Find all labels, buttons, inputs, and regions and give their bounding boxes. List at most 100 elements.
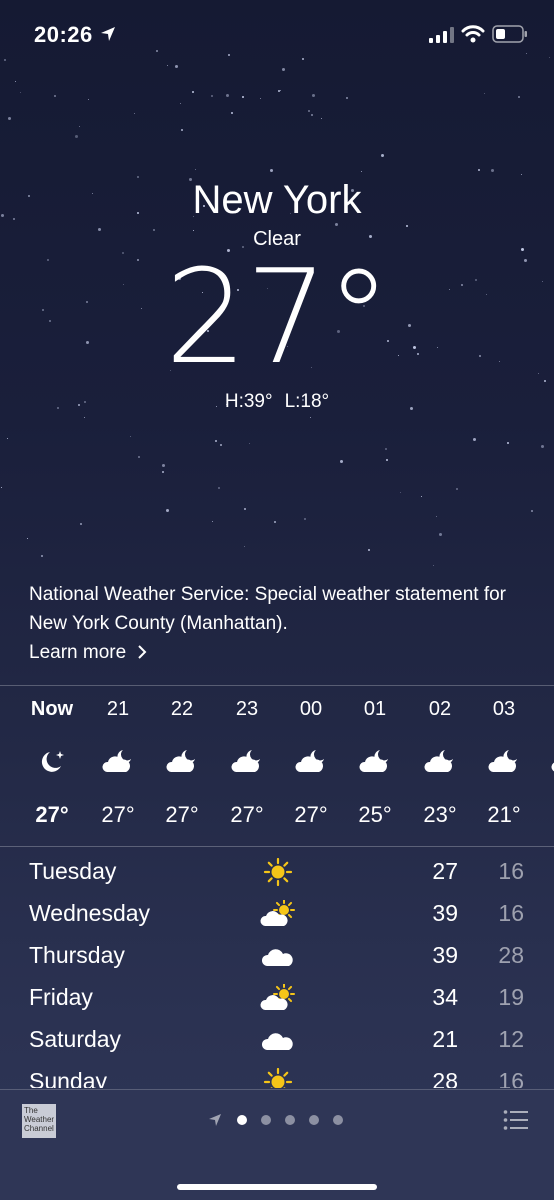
star (1, 487, 2, 488)
partly-cloudy-night-icon (294, 746, 328, 776)
daily-row: Thursday 39 28 (0, 936, 554, 978)
battery-icon (492, 25, 527, 43)
weather-alert[interactable]: National Weather Service: Special weathe… (29, 580, 529, 667)
star (385, 448, 387, 450)
day-high: 39 (432, 900, 458, 926)
city-name: New York (192, 178, 362, 222)
star (478, 169, 480, 171)
star (304, 518, 306, 520)
hour-temperature: 25° (358, 802, 392, 827)
bottom-toolbar: The Weather Channel (0, 1089, 554, 1200)
star (346, 97, 348, 99)
daily-row: Wednesday 39 16 (0, 894, 554, 936)
hour-temperature: 23° (423, 802, 457, 827)
star (278, 90, 280, 92)
divider (0, 846, 554, 847)
hourly-forecast[interactable]: Now 27° 21 27° 22 27° 23 27° 00 27° 01 25° 02 23° 03 21… (0, 686, 554, 846)
star (436, 516, 437, 517)
star (484, 93, 485, 94)
page-indicator[interactable] (206, 1113, 356, 1129)
star (166, 509, 169, 512)
star (311, 114, 313, 116)
hour-label: 03 (492, 698, 516, 720)
star (27, 538, 28, 539)
star (335, 223, 338, 226)
day-name: Tuesday (29, 858, 117, 884)
weather-channel-logo-text: The Weather Channel (24, 1106, 55, 1133)
day-high: 39 (432, 942, 458, 968)
high-temp: H:39° (224, 391, 273, 412)
star (80, 523, 82, 525)
day-low: 12 (498, 1026, 524, 1052)
star (310, 417, 311, 418)
star (134, 113, 135, 114)
partly-cloudy-night-icon (487, 746, 521, 776)
wifi-icon (461, 25, 485, 43)
hour-temperature: 21° (487, 802, 521, 827)
cloud-icon (260, 1026, 296, 1054)
daily-row: Friday 34 19 (0, 978, 554, 1020)
current-temperature: 27° (0, 252, 554, 382)
hour-label: 02 (428, 698, 452, 720)
star (400, 492, 401, 493)
page-dot[interactable] (309, 1115, 319, 1125)
star (212, 521, 213, 522)
alert-text: National Weather Service: Special weathe… (29, 584, 506, 634)
star (41, 555, 43, 557)
day-name: Wednesday (29, 900, 151, 926)
daily-forecast[interactable]: Tuesday 27 16 Wednesday 39 16 Thursday 39 28 Frid… (0, 852, 554, 1088)
star (249, 443, 250, 444)
star (421, 496, 422, 497)
star (406, 225, 408, 227)
page-dot[interactable] (261, 1115, 271, 1125)
star (274, 521, 276, 523)
page-dot[interactable] (237, 1115, 247, 1125)
hour-temperature: 27° (35, 802, 69, 827)
weather-channel-logo[interactable]: The Weather Channel (22, 1104, 56, 1138)
star (20, 92, 21, 93)
learn-more-link[interactable]: Learn more (29, 638, 147, 667)
hour-label: 00 (299, 698, 323, 720)
star (84, 417, 85, 418)
hour-temperature: 27° (230, 802, 264, 827)
star (340, 460, 343, 463)
star (79, 126, 80, 127)
cellular-signal-icon (429, 27, 454, 43)
day-low: 28 (498, 942, 524, 968)
day-low: 19 (498, 984, 524, 1010)
star (130, 436, 131, 437)
sun-icon (260, 857, 296, 887)
star (226, 94, 229, 97)
star (218, 487, 220, 489)
location-arrow-icon (101, 27, 115, 41)
star (518, 96, 520, 98)
star (180, 103, 181, 104)
star (260, 98, 261, 99)
hour-label: 01 (363, 698, 387, 720)
status-time: 20:26 (34, 22, 93, 47)
partly-cloudy-night-icon (358, 746, 392, 776)
day-low: 16 (498, 1068, 524, 1088)
day-low: 16 (498, 858, 524, 884)
star (244, 508, 246, 510)
day-low: 16 (498, 900, 524, 926)
page-dot[interactable] (285, 1115, 295, 1125)
star (456, 488, 458, 490)
star (211, 95, 213, 97)
star (321, 118, 322, 119)
low-temp: L:18° (284, 391, 330, 412)
moon-star-icon (35, 746, 69, 776)
home-indicator[interactable] (177, 1184, 377, 1190)
page-dot[interactable] (333, 1115, 343, 1125)
star (15, 81, 16, 82)
star (280, 90, 281, 91)
hour-temperature: 27° (294, 802, 328, 827)
chevron-right-icon (138, 645, 147, 659)
hour-label: 22 (170, 698, 194, 720)
status-bar: 20:26 (0, 0, 554, 70)
partly-sunny-icon (260, 983, 296, 1012)
star (491, 169, 494, 172)
city-list-icon[interactable] (503, 1109, 529, 1131)
star (54, 95, 56, 97)
star (473, 438, 476, 441)
